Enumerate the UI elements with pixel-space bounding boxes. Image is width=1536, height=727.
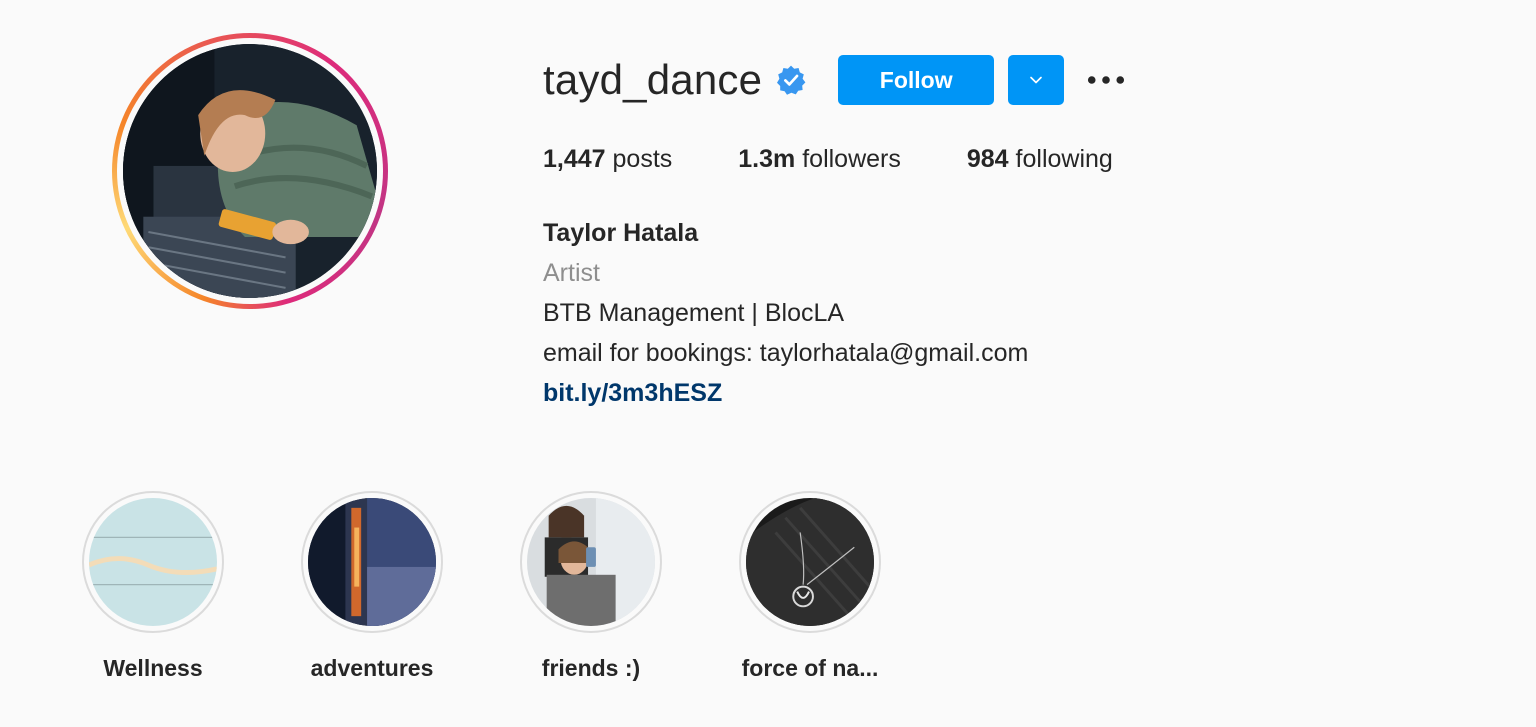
highlight-cover-ring — [520, 491, 662, 633]
highlight-label: force of na... — [741, 655, 879, 681]
username: tayd_dance — [543, 56, 763, 103]
posts-label: posts — [612, 145, 673, 173]
following-stat[interactable]: 984 following — [967, 145, 1113, 174]
highlight-cover — [527, 498, 655, 626]
profile-avatar-ring[interactable] — [112, 33, 388, 309]
highlight-label: adventures — [310, 655, 434, 681]
profile-bio: Taylor Hatala Artist BTB Management | Bl… — [543, 213, 1028, 413]
chevron-down-icon — [1030, 76, 1043, 84]
followers-stat[interactable]: 1.3m followers — [738, 145, 901, 174]
highlight-friends[interactable]: friends :) — [520, 491, 662, 682]
more-options-icon — [1088, 76, 1125, 84]
posts-stat: 1,447 posts — [543, 145, 672, 174]
full-name: Taylor Hatala — [543, 219, 699, 247]
bio-line-email: email for bookings: taylorhatala@gmail.c… — [543, 339, 1029, 367]
profile-avatar — [123, 44, 377, 298]
more-options-button[interactable] — [1086, 60, 1126, 100]
follow-button[interactable]: Follow — [838, 55, 995, 105]
highlight-cover-ring — [301, 491, 443, 633]
highlight-cover — [308, 498, 436, 626]
highlight-label: Wellness — [103, 655, 203, 681]
profile-header: tayd_dance Follow — [543, 52, 1126, 108]
story-highlights: Wellness adventures friends:) force of … — [82, 491, 958, 682]
highlight-cover-ring — [82, 491, 224, 633]
suggested-accounts-button[interactable] — [1008, 55, 1065, 105]
posts-count: 1,447 — [543, 145, 606, 173]
bio-line-management: BTB Management | BlocLA — [543, 299, 845, 327]
followers-count: 1.3m — [738, 145, 796, 173]
highlight-cover-ring — [739, 491, 881, 633]
verified-badge-icon — [775, 64, 807, 96]
highlight-wellness[interactable]: Wellness — [82, 491, 224, 682]
highlight-cover — [746, 498, 874, 626]
category-label: Artist — [543, 259, 600, 287]
highlight-cover — [89, 498, 217, 626]
highlight-label: friends :) — [541, 655, 641, 681]
highlight-force-of-nature[interactable]: force of na... — [739, 491, 881, 682]
profile-stats: 1,447 posts 1.3m followers 984 following — [543, 145, 1179, 174]
followers-label: followers — [802, 145, 901, 173]
following-count: 984 — [966, 145, 1009, 173]
highlight-adventures[interactable]: adventures — [301, 491, 443, 682]
following-label: following — [1015, 145, 1113, 173]
bio-link[interactable]: bit.ly/3m3hESZ — [543, 373, 1028, 413]
